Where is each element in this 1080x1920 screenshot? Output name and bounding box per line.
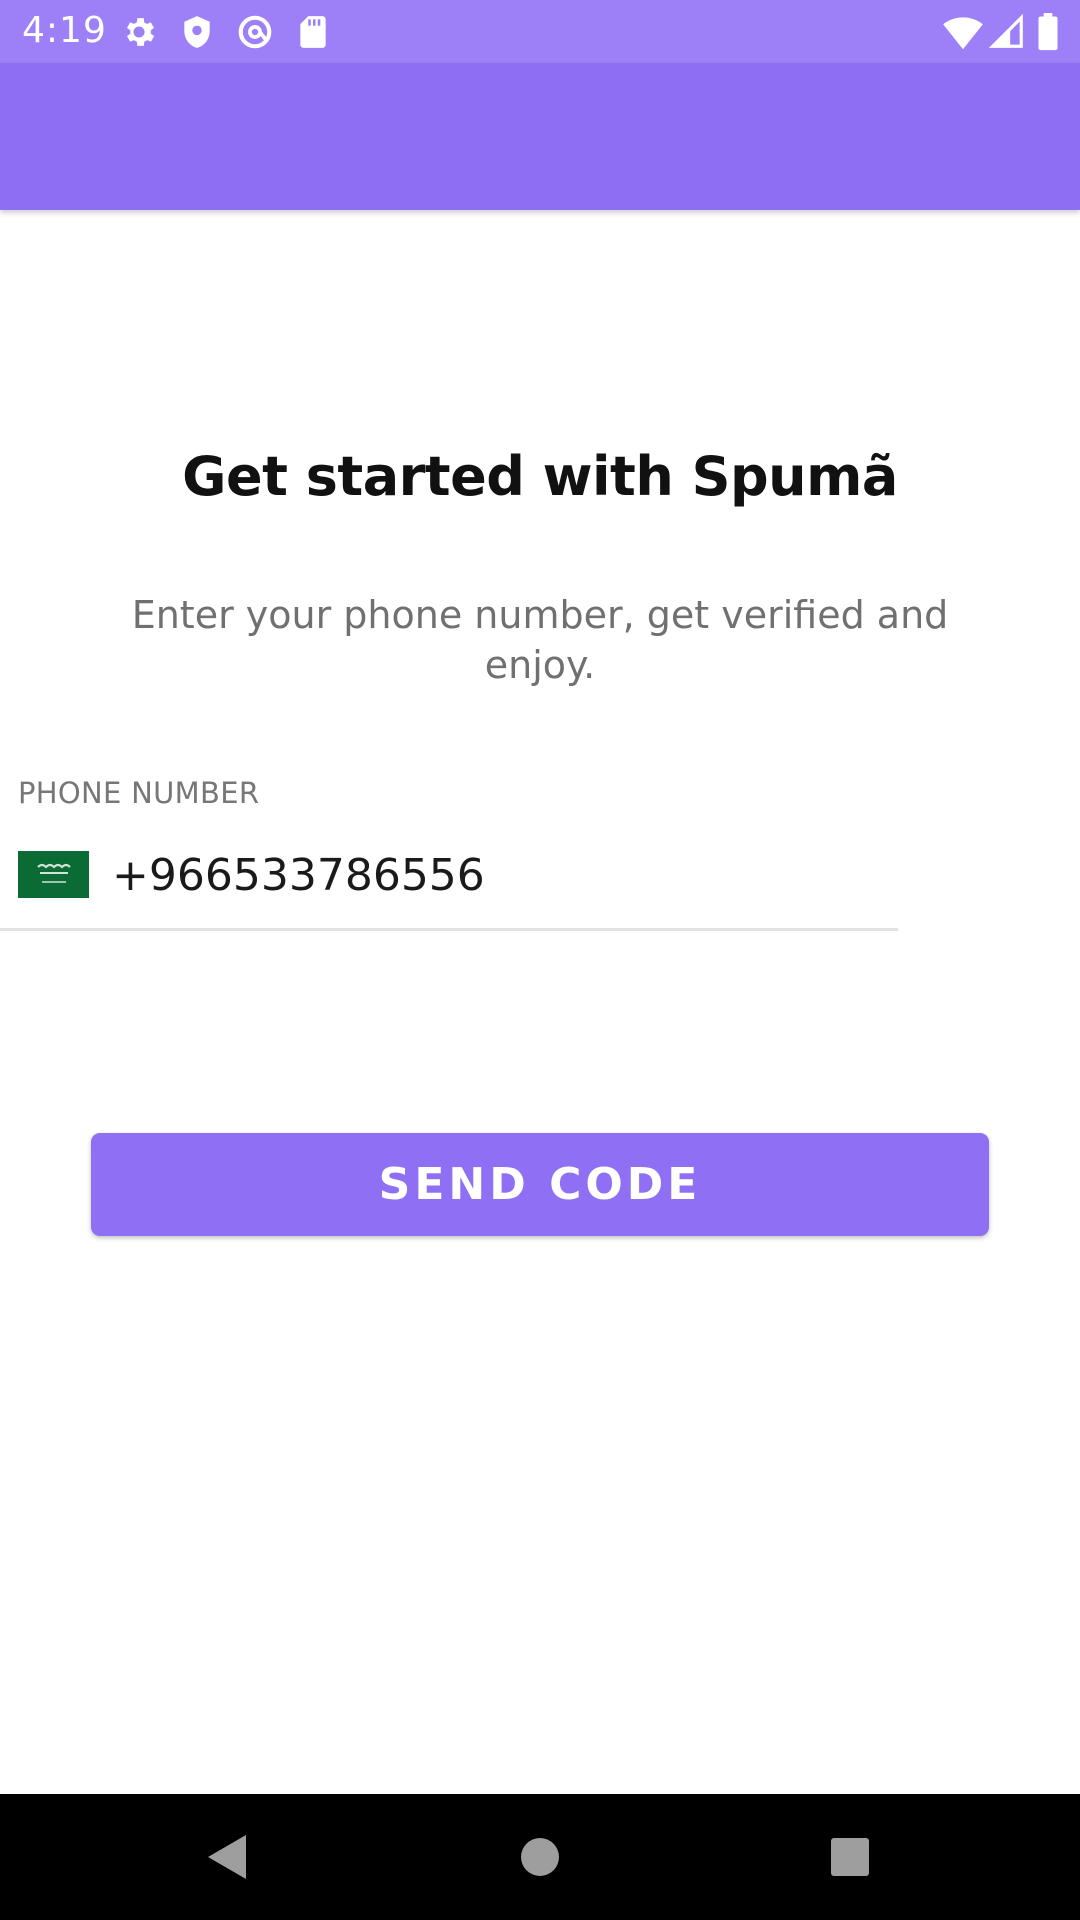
shield-icon bbox=[178, 13, 216, 51]
send-code-button[interactable]: SEND CODE bbox=[91, 1133, 989, 1236]
phone-number-input[interactable] bbox=[112, 840, 882, 910]
phone-number-field bbox=[0, 840, 898, 931]
home-icon[interactable] bbox=[504, 1821, 576, 1893]
navigation-bar bbox=[0, 1794, 1080, 1920]
recents-icon[interactable] bbox=[814, 1821, 886, 1893]
status-bar: 4:19 bbox=[0, 0, 1080, 63]
app-bar bbox=[0, 63, 1080, 210]
back-icon[interactable] bbox=[192, 1821, 264, 1893]
phone-verification-screen: 4:19 Get started with Spumã Enter your p… bbox=[0, 0, 1080, 1920]
battery-icon bbox=[1036, 13, 1060, 51]
at-sign-icon bbox=[236, 13, 274, 51]
status-time: 4:19 bbox=[22, 10, 107, 51]
page-title: Get started with Spumã bbox=[182, 445, 898, 508]
wifi-icon bbox=[942, 13, 984, 51]
page-subtitle: Enter your phone number, get verified an… bbox=[131, 593, 949, 687]
saudi-arabia-flag-icon[interactable] bbox=[18, 851, 89, 898]
phone-number-label: PHONE NUMBER bbox=[18, 776, 260, 810]
cell-signal-icon bbox=[988, 13, 1026, 51]
gear-icon bbox=[120, 13, 158, 51]
sd-card-icon bbox=[294, 13, 332, 51]
